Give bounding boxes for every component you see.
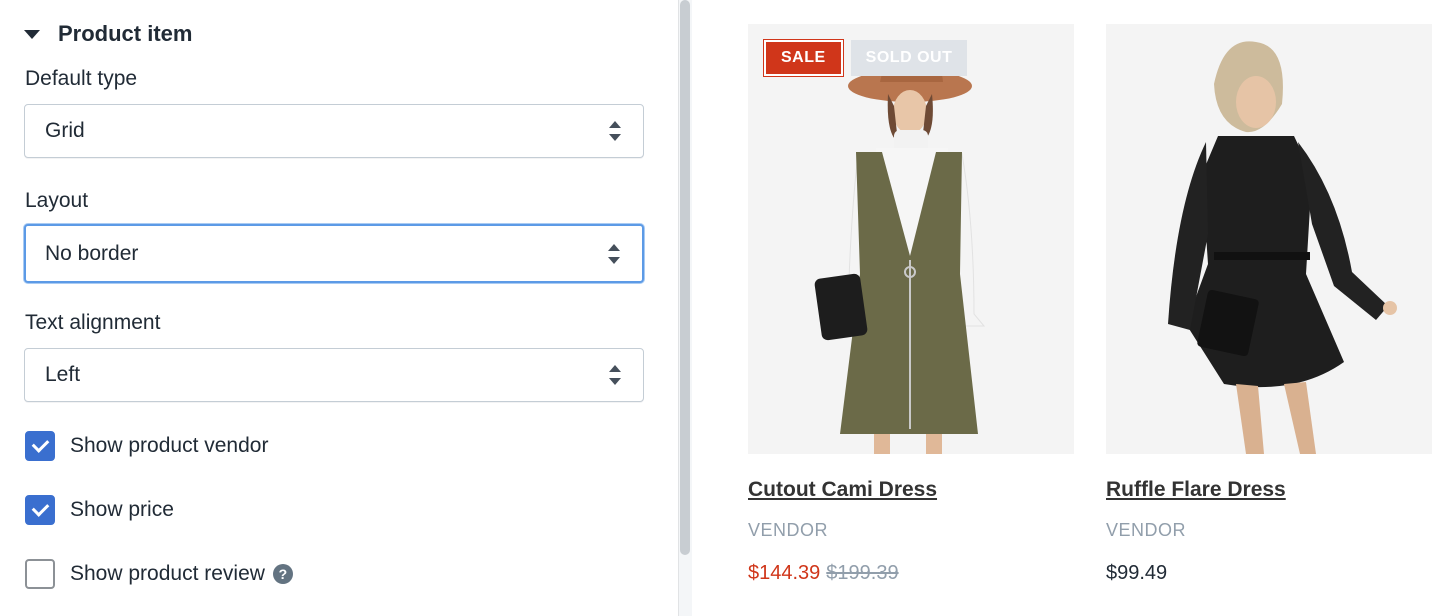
sale-badge: SALE xyxy=(763,39,844,77)
badge-group: SALE SOLD OUT xyxy=(763,39,968,77)
dress-figure-image xyxy=(814,45,986,454)
caret-down-icon xyxy=(24,29,40,39)
default-type-label: Default type xyxy=(25,67,138,90)
section-title: Product item xyxy=(58,21,193,46)
regular-price: $99.49 xyxy=(1106,562,1168,584)
layout-value: No border xyxy=(45,241,139,265)
show-price-checkbox[interactable]: Show price xyxy=(25,494,174,526)
sold-out-badge: SOLD OUT xyxy=(850,40,968,76)
text-alignment-select[interactable]: Left xyxy=(24,348,644,402)
dress-figure-image xyxy=(1168,41,1397,454)
default-type-value: Grid xyxy=(45,119,85,142)
layout-select[interactable]: No border xyxy=(24,224,644,283)
product-vendor: VENDOR xyxy=(748,520,829,540)
select-arrows-icon xyxy=(609,365,621,385)
default-type-select[interactable]: Grid xyxy=(24,104,644,158)
product-item-section-toggle[interactable]: Product item xyxy=(24,20,192,48)
help-question-icon[interactable]: ? xyxy=(272,564,293,584)
product-title-link[interactable]: Cutout Cami Dress xyxy=(748,478,937,502)
product-image[interactable]: SALE SOLD OUT xyxy=(748,24,1074,454)
checkbox-unchecked-icon[interactable] xyxy=(25,559,55,589)
checkbox-label: Show price xyxy=(70,498,174,521)
text-alignment-label: Text alignment xyxy=(25,311,161,334)
product-title-link[interactable]: Ruffle Flare Dress xyxy=(1106,478,1286,502)
compare-price: $199.39 xyxy=(826,562,899,584)
product-vendor: VENDOR xyxy=(1106,520,1187,540)
checkbox-checked-icon[interactable] xyxy=(25,431,55,461)
text-alignment-value: Left xyxy=(45,363,81,386)
layout-label: Layout xyxy=(25,189,89,212)
scrollbar-thumb[interactable] xyxy=(680,0,690,555)
product-price: $99.49 xyxy=(1106,562,1167,585)
show-product-review-checkbox[interactable]: Show product review ? xyxy=(25,558,293,590)
panel-scrollbar[interactable] xyxy=(678,0,693,616)
product-preview: SALE SOLD OUT Cutout Cami Dress VENDOR $… xyxy=(692,0,1452,616)
select-arrows-icon xyxy=(609,121,621,141)
show-product-vendor-checkbox[interactable]: Show product vendor xyxy=(25,430,268,462)
product-price: $144.39 $199.39 xyxy=(748,562,899,585)
checkbox-checked-icon[interactable] xyxy=(25,495,55,525)
sale-price: $144.39 xyxy=(748,562,821,584)
product-image[interactable] xyxy=(1106,24,1432,454)
checkbox-label: Show product review xyxy=(70,562,265,585)
select-arrows-icon xyxy=(608,243,620,264)
settings-panel: Product item Default type Grid Layout No… xyxy=(0,0,678,616)
checkbox-label: Show product vendor xyxy=(70,434,269,457)
